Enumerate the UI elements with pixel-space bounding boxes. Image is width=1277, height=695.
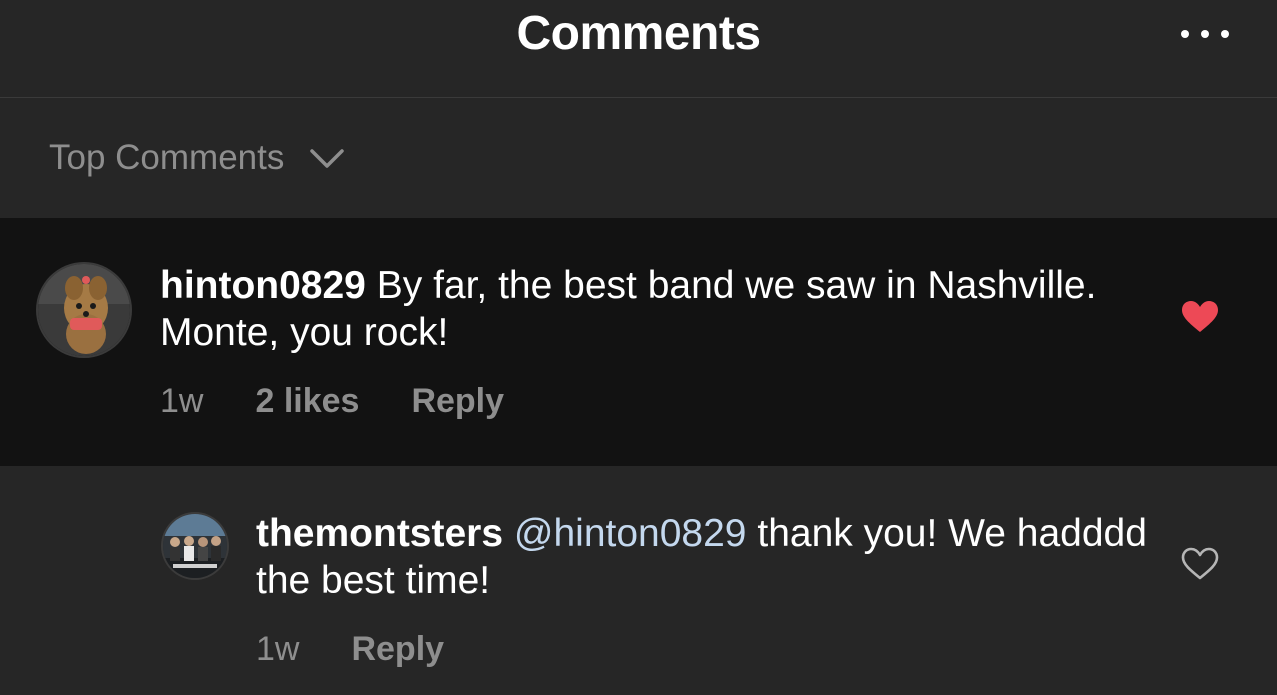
chevron-down-icon (310, 149, 345, 168)
mention-link[interactable]: @hinton0829 (514, 512, 747, 555)
reply-button[interactable]: Reply (351, 630, 444, 669)
timestamp: 1w (256, 630, 300, 668)
header-bar: Comments (0, 0, 1277, 98)
comment-meta: 1w Reply (256, 630, 444, 669)
comment-text: hinton0829 By far, the best band we saw … (160, 262, 1140, 356)
avatar[interactable] (38, 264, 130, 356)
heart-outline-icon[interactable] (1181, 547, 1219, 581)
username-link[interactable]: themontsters (256, 512, 503, 555)
dot (1221, 30, 1229, 38)
username-link[interactable]: hinton0829 (160, 264, 366, 307)
comment-meta: 1w 2 likes Reply (160, 382, 504, 421)
sort-label: Top Comments (49, 138, 285, 177)
more-options-icon[interactable] (1181, 22, 1229, 46)
heart-filled-icon[interactable] (1181, 300, 1219, 334)
avatar[interactable] (163, 514, 227, 578)
dog-photo-avatar (38, 264, 130, 356)
dot (1201, 30, 1209, 38)
sort-dropdown[interactable]: Top Comments (49, 138, 345, 178)
reply-button[interactable]: Reply (411, 382, 504, 421)
reply-comment-text: themontsters @hinton0829 thank you! We h… (256, 510, 1156, 604)
band-photo-avatar (163, 514, 227, 578)
likes-count[interactable]: 2 likes (255, 382, 359, 421)
timestamp: 1w (160, 382, 204, 420)
page-title: Comments (516, 7, 761, 60)
dot (1181, 30, 1189, 38)
comment-item: hinton0829 By far, the best band we saw … (0, 218, 1277, 466)
